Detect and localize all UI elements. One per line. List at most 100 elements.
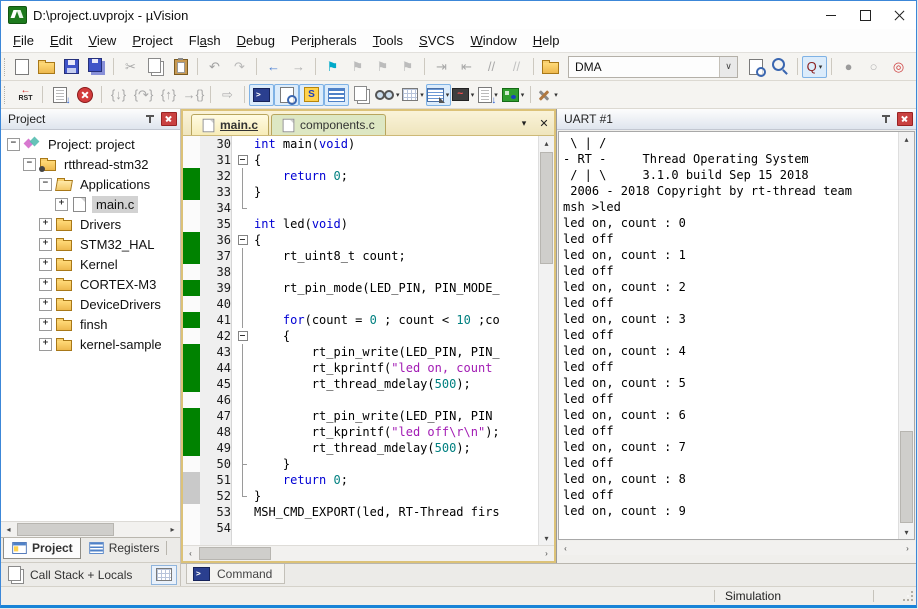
project-hscrollbar[interactable]: ◂ ▸ [1,521,180,537]
tree-item-kernel-sample[interactable]: +kernel-sample [1,334,180,354]
show-trace-button[interactable] [47,84,72,106]
save-button[interactable] [59,56,84,78]
registers-window-button[interactable] [324,84,349,106]
uart-hscrollbar[interactable]: ‹ › [558,541,915,555]
bookmark-prev-button[interactable]: ⚑ [345,56,370,78]
disassembly-window-button[interactable] [274,84,299,106]
editor-tab-main-c[interactable]: main.c [191,114,269,135]
scroll-right-icon[interactable]: ▸ [165,523,180,536]
uart-vscrollbar[interactable]: ▴ ▾ [898,132,914,539]
dropdown-arrow-icon[interactable]: ▾ [420,91,424,99]
code-area[interactable]: ▴ ▾ 30int main(void)31{32 return 0;33}34… [183,136,554,545]
undo-button[interactable]: ↶ [202,56,227,78]
symbol-window-button[interactable]: S [299,84,324,106]
tab-registers[interactable]: Registers [81,538,167,558]
serial-window-button[interactable]: ▾ [426,84,451,106]
scroll-left-icon[interactable]: ◂ [1,523,16,536]
tree-expander-icon[interactable]: + [39,278,52,291]
tree-item-main-c[interactable]: +main.c [1,194,180,214]
menu-project[interactable]: Project [124,31,180,50]
navigate-forward-button[interactable]: → [286,56,311,78]
dropdown-arrow-icon[interactable]: ▾ [446,91,450,99]
tree-item-cortex-m3[interactable]: +CORTEX-M3 [1,274,180,294]
tree-item-kernel[interactable]: +Kernel [1,254,180,274]
maximize-icon[interactable] [848,2,882,28]
memory-window-tab[interactable] [151,565,177,585]
minimize-icon[interactable] [814,2,848,28]
tab-command[interactable]: Command [186,564,285,584]
step-over-button[interactable]: {↷} [131,84,156,106]
redo-button[interactable]: ↷ [227,56,252,78]
menu-edit[interactable]: Edit [42,31,80,50]
scroll-left-icon[interactable]: ‹ [558,542,573,555]
fold-marker[interactable] [236,328,249,344]
save-all-button[interactable] [84,56,109,78]
editor-hscrollbar[interactable]: ‹ › [183,545,554,561]
menu-help[interactable]: Help [525,31,568,50]
editor-vscrollbar[interactable]: ▴ ▾ [538,136,554,545]
tree-item-rtthread-stm32[interactable]: −rtthread-stm32 [1,154,180,174]
dropdown-arrow-icon[interactable]: ▾ [396,91,400,99]
dropdown-arrow-icon[interactable]: ▾ [521,91,525,99]
disable-all-breakpoints-button[interactable]: ◎ [886,56,911,78]
cut-button[interactable]: ✂ [118,56,143,78]
open-file-button[interactable] [34,56,59,78]
outdent-button[interactable]: ⇤ [454,56,479,78]
scroll-down-icon[interactable]: ▾ [899,525,914,539]
close-document-icon[interactable]: ✕ [534,114,554,132]
pin-icon[interactable] [145,114,156,125]
panel-close-icon[interactable] [897,112,913,126]
menu-view[interactable]: View [80,31,124,50]
tree-item-finsh[interactable]: +finsh [1,314,180,334]
scroll-left-icon[interactable]: ‹ [183,547,198,560]
menu-debug[interactable]: Debug [229,31,283,50]
tree-expander-icon[interactable]: + [39,258,52,271]
tree-item-devicedrivers[interactable]: +DeviceDrivers [1,294,180,314]
combo-dropdown-icon[interactable]: ∨ [719,57,737,77]
scrollbar-thumb[interactable] [17,523,114,536]
comment-button[interactable]: // [479,56,504,78]
scroll-up-icon[interactable]: ▴ [539,136,554,150]
navigate-back-button[interactable]: ← [261,56,286,78]
tree-expander-icon[interactable]: + [39,338,52,351]
fold-marker[interactable] [236,152,249,168]
menu-file[interactable]: File [5,31,42,50]
menu-tools[interactable]: Tools [365,31,411,50]
command-window-button[interactable] [249,84,274,106]
uncomment-button[interactable]: // [504,56,529,78]
step-out-button[interactable]: {↑} [156,84,181,106]
menu-peripherals[interactable]: Peripherals [283,31,365,50]
callstack-window-button[interactable] [349,84,374,106]
menu-svcs[interactable]: SVCS [411,31,462,50]
tree-item-project-project[interactable]: −Project: project [1,134,180,154]
pin-icon[interactable] [881,114,892,125]
find-in-document-button[interactable] [743,56,768,78]
fold-marker[interactable] [236,232,249,248]
incremental-find-button[interactable] [768,56,793,78]
project-tree[interactable]: −Project: project−rtthread-stm32−Applica… [1,130,180,521]
tab-callstack-locals[interactable]: Call Stack + Locals [4,564,146,586]
scrollbar-thumb[interactable] [900,431,913,523]
menu-window[interactable]: Window [462,31,524,50]
toolbar-grip[interactable] [4,86,9,104]
menu-flash[interactable]: Flash [181,31,229,50]
scroll-right-icon[interactable]: › [900,542,915,555]
memory-window-button[interactable]: ▾ [401,84,426,106]
tree-expander-icon[interactable]: − [7,138,20,151]
bookmark-clear-button[interactable]: ⚑ [395,56,420,78]
scrollbar-thumb[interactable] [540,152,553,264]
bookmark-toggle-button[interactable]: ⚑ [320,56,345,78]
paste-button[interactable] [168,56,193,78]
find-in-files-button[interactable] [538,56,563,78]
tree-expander-icon[interactable]: + [55,198,68,211]
dropdown-arrow-icon[interactable]: ▾ [554,91,558,99]
resize-grip-icon[interactable] [902,590,914,602]
watch-window-button[interactable]: ▾ [374,84,401,106]
scroll-right-icon[interactable]: › [539,547,554,560]
tree-expander-icon[interactable]: + [39,238,52,251]
window-list-icon[interactable]: ▾ [514,114,534,133]
copy-button[interactable] [143,56,168,78]
tree-item-drivers[interactable]: +Drivers [1,214,180,234]
tree-item-applications[interactable]: −Applications [1,174,180,194]
toolbox-button[interactable]: ▾ [501,84,526,106]
